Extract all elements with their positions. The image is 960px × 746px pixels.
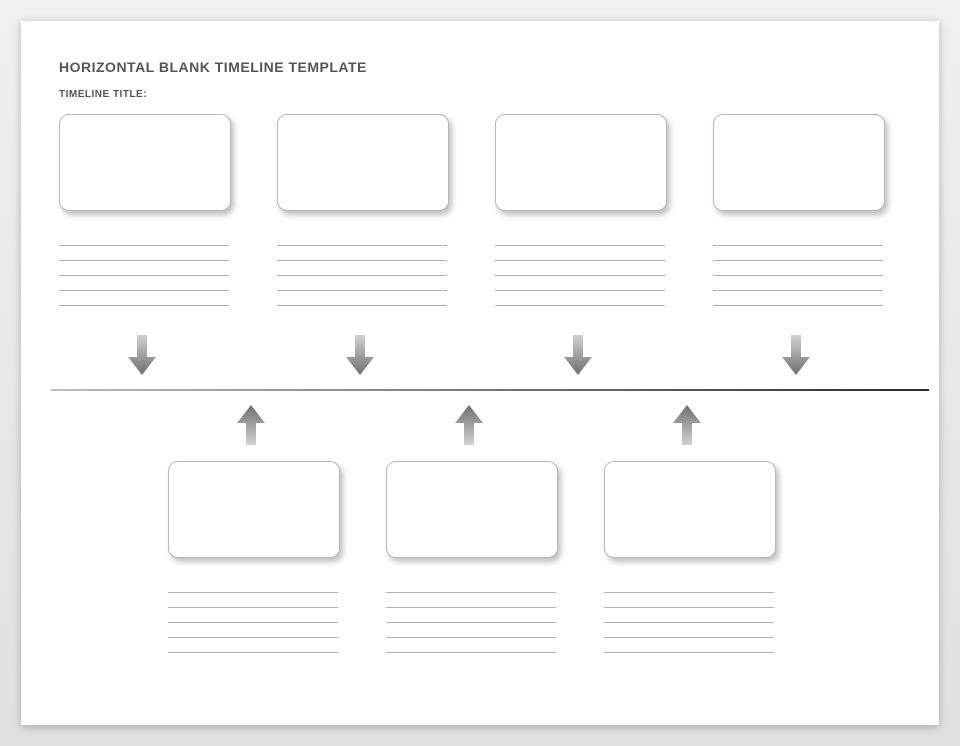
timeline-card-top-3[interactable] xyxy=(495,114,667,211)
timeline-card-top-1[interactable] xyxy=(59,114,231,211)
timeline-card-top-4[interactable] xyxy=(713,114,885,211)
note-line xyxy=(495,231,665,246)
arrow-down-icon xyxy=(128,335,156,375)
arrow-down-icon xyxy=(346,335,374,375)
note-line xyxy=(59,246,229,261)
note-line xyxy=(168,623,338,638)
timeline-notes-top-4[interactable] xyxy=(713,231,883,306)
note-line xyxy=(495,276,665,291)
timeline-notes-bottom-2[interactable] xyxy=(386,578,556,653)
note-line xyxy=(277,246,447,261)
timeline-notes-bottom-1[interactable] xyxy=(168,578,338,653)
note-line xyxy=(386,608,556,623)
note-line xyxy=(386,593,556,608)
arrow-down-icon xyxy=(782,335,810,375)
note-line xyxy=(168,638,338,653)
note-line xyxy=(59,231,229,246)
arrow-up-icon xyxy=(673,405,701,445)
note-line xyxy=(713,261,883,276)
note-line xyxy=(386,623,556,638)
note-line xyxy=(59,291,229,306)
note-line xyxy=(604,578,774,593)
arrow-up-icon xyxy=(455,405,483,445)
document-page: HORIZONTAL BLANK TIMELINE TEMPLATE TIMEL… xyxy=(21,21,939,725)
note-line xyxy=(168,608,338,623)
note-line xyxy=(59,261,229,276)
note-line xyxy=(59,276,229,291)
timeline-notes-top-1[interactable] xyxy=(59,231,229,306)
timeline-card-bottom-3[interactable] xyxy=(604,461,776,558)
note-line xyxy=(713,231,883,246)
timeline-card-bottom-2[interactable] xyxy=(386,461,558,558)
note-line xyxy=(277,231,447,246)
note-line xyxy=(277,261,447,276)
timeline-notes-top-2[interactable] xyxy=(277,231,447,306)
note-line xyxy=(168,593,338,608)
note-line xyxy=(604,608,774,623)
note-line xyxy=(386,578,556,593)
note-line xyxy=(604,623,774,638)
note-line xyxy=(713,276,883,291)
note-line xyxy=(713,291,883,306)
note-line xyxy=(495,261,665,276)
note-line xyxy=(604,638,774,653)
note-line xyxy=(386,638,556,653)
note-line xyxy=(495,291,665,306)
timeline-title-label: TIMELINE TITLE: xyxy=(59,89,147,100)
timeline-card-bottom-1[interactable] xyxy=(168,461,340,558)
note-line xyxy=(713,246,883,261)
timeline-axis xyxy=(51,389,929,391)
note-line xyxy=(277,291,447,306)
timeline-notes-bottom-3[interactable] xyxy=(604,578,774,653)
arrow-up-icon xyxy=(237,405,265,445)
timeline-card-top-2[interactable] xyxy=(277,114,449,211)
page-title: HORIZONTAL BLANK TIMELINE TEMPLATE xyxy=(59,59,367,75)
note-line xyxy=(495,246,665,261)
note-line xyxy=(168,578,338,593)
arrow-down-icon xyxy=(564,335,592,375)
note-line xyxy=(277,276,447,291)
timeline-notes-top-3[interactable] xyxy=(495,231,665,306)
note-line xyxy=(604,593,774,608)
